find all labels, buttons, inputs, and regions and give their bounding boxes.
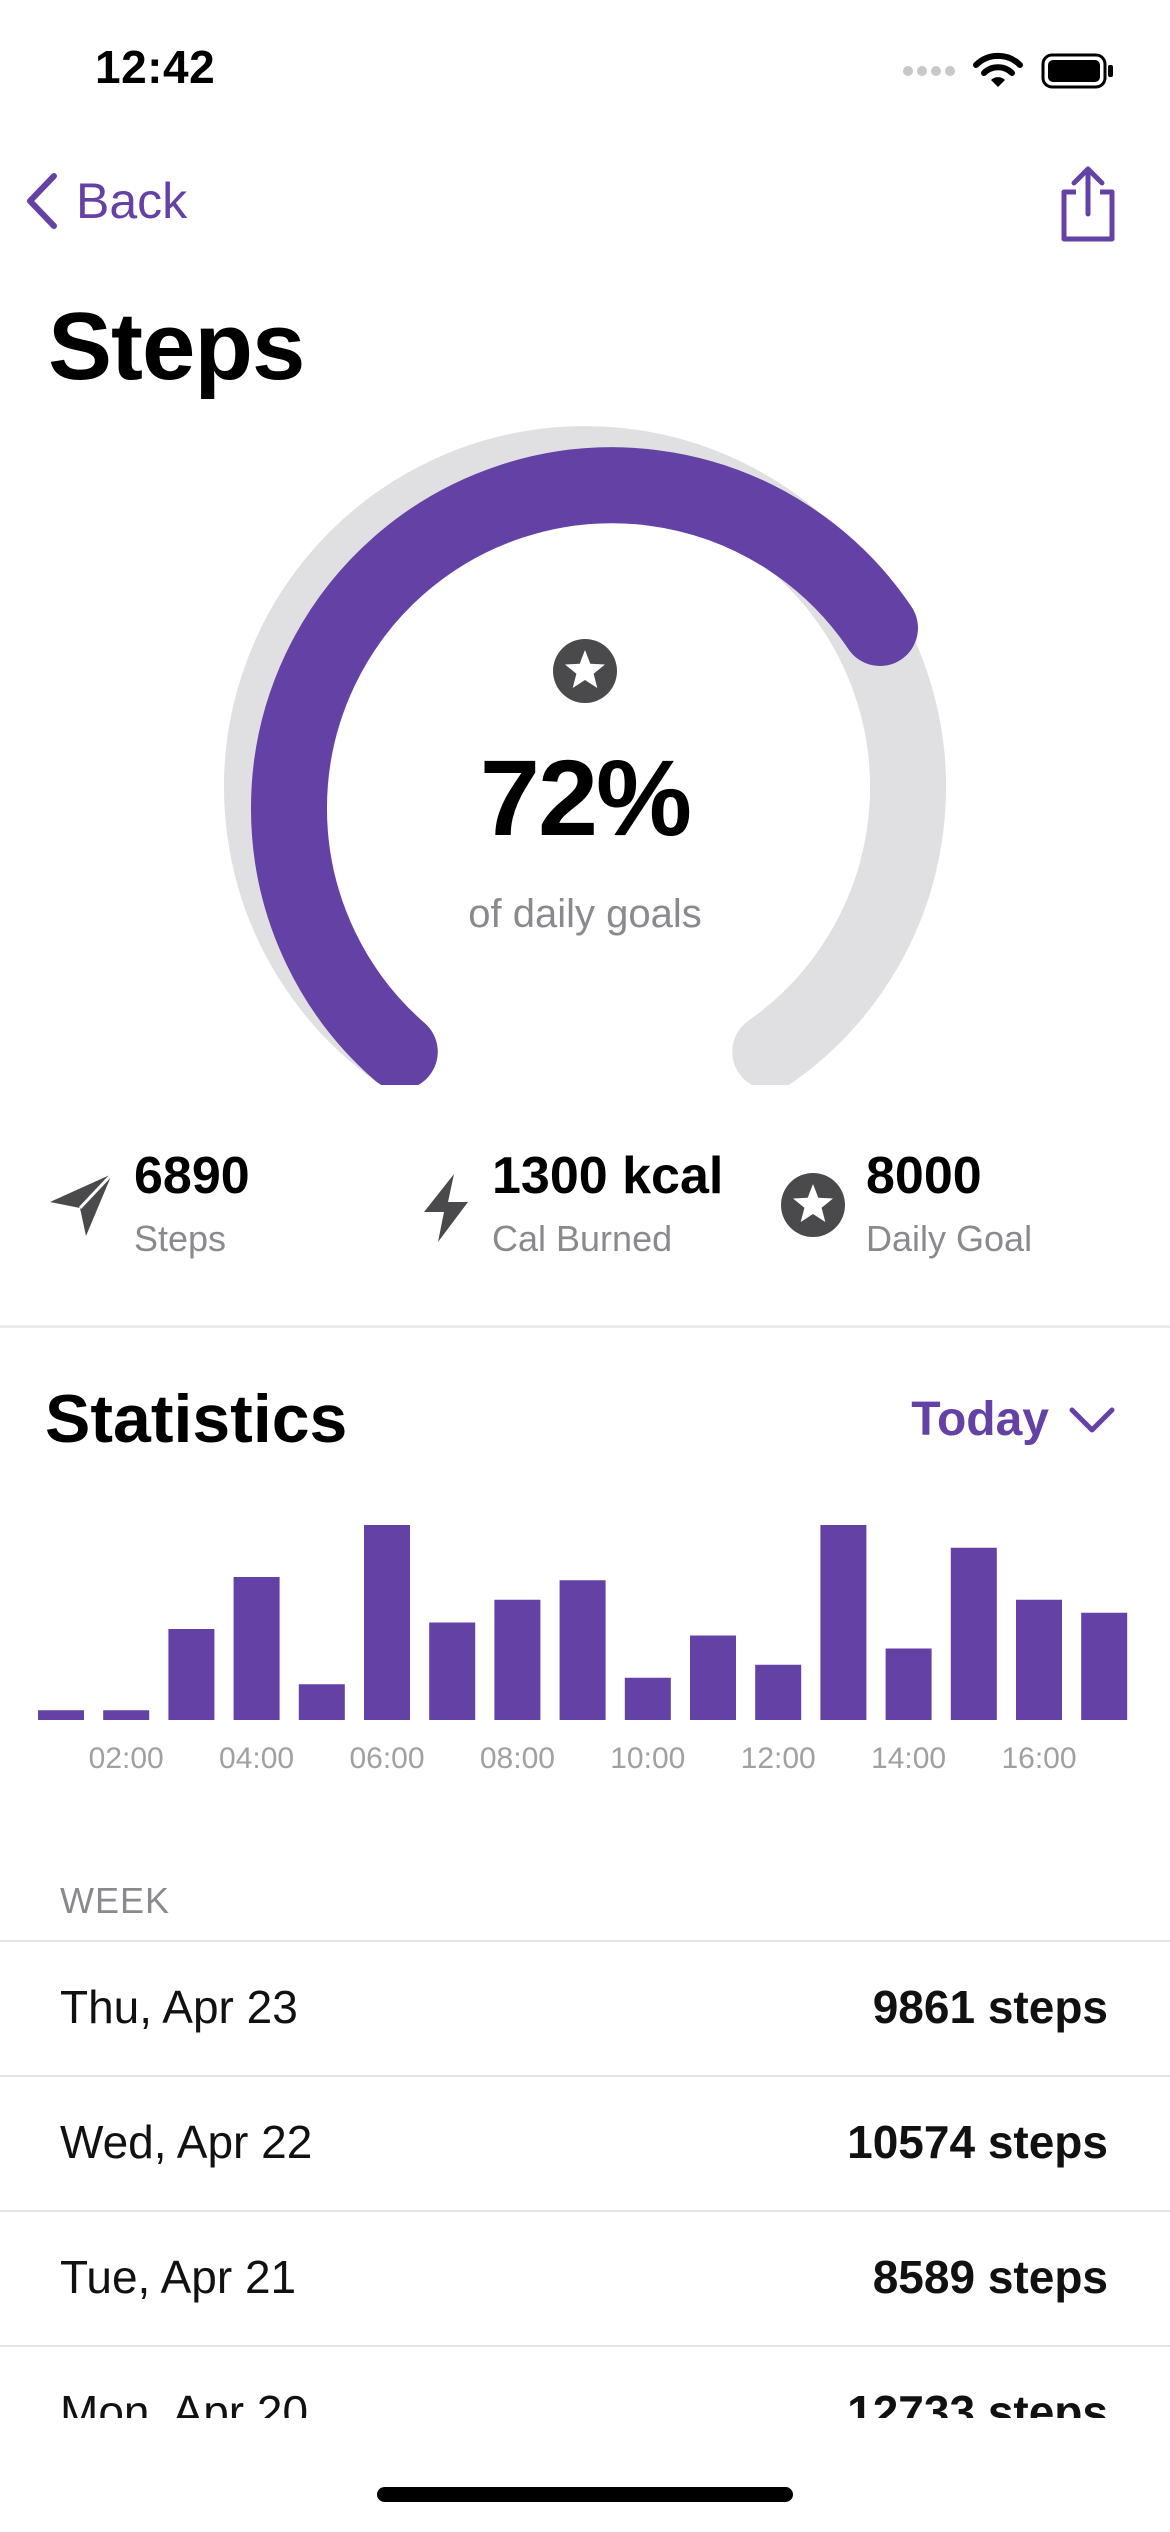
page-title: Steps: [48, 293, 305, 400]
row-steps: 10574 steps: [847, 2116, 1108, 2168]
chart-bar: [168, 1629, 215, 1720]
row-steps: 9861 steps: [872, 1981, 1108, 2033]
chart-bar: [624, 1677, 671, 1720]
range-label: Today: [911, 1393, 1049, 1446]
status-icons: [903, 52, 1115, 90]
metric-calories-label: Cal Burned: [492, 1218, 673, 1259]
metric-steps: 6890 Steps: [48, 1150, 250, 1260]
chart-tick-label: 14:00: [871, 1742, 946, 1775]
metric-goal: 8000 Daily Goal: [780, 1150, 1032, 1260]
battery-icon: [1041, 53, 1113, 89]
chart-bar: [820, 1525, 867, 1720]
row-steps: 8589 steps: [872, 2251, 1108, 2303]
metric-calories-value: 1300 kcal: [492, 1147, 724, 1205]
signal-icon: [903, 66, 955, 76]
chart-bar: [103, 1710, 150, 1720]
list-item[interactable]: Tue, Apr 21 8589 steps: [0, 2210, 1170, 2346]
goal-percent: 72%: [479, 737, 692, 858]
chart-bar: [494, 1599, 541, 1720]
chevron-left-icon: [27, 173, 57, 229]
chart-tick-label: 10:00: [610, 1742, 685, 1775]
chart-bar: [1081, 1612, 1128, 1720]
range-dropdown[interactable]: Today: [911, 1392, 1115, 1447]
chart-bar: [364, 1525, 410, 1720]
star-badge-icon: [553, 639, 617, 703]
chart-tick-label: 04:00: [219, 1742, 294, 1775]
star-badge-icon: [781, 1173, 845, 1237]
chart-bar: [1016, 1599, 1062, 1720]
list-item[interactable]: Wed, Apr 22 10574 steps: [0, 2075, 1170, 2211]
chart-tick-label: 02:00: [89, 1742, 164, 1775]
section-divider: [0, 1325, 1170, 1328]
chart-bar: [298, 1684, 345, 1720]
row-date: Thu, Apr 23: [60, 1981, 298, 2033]
metric-goal-label: Daily Goal: [866, 1218, 1033, 1259]
metric-goal-value: 8000: [866, 1147, 982, 1205]
share-icon: [1061, 166, 1115, 242]
chart-tick-label: 12:00: [741, 1742, 816, 1775]
chart-bar: [690, 1635, 736, 1720]
chart-bar: [559, 1580, 606, 1720]
lightning-icon: [424, 1174, 468, 1242]
share-button[interactable]: [1056, 164, 1120, 249]
list-item[interactable]: Thu, Apr 23 9861 steps: [0, 1940, 1170, 2076]
chart-bar: [885, 1648, 932, 1720]
chart-tick-label: 06:00: [349, 1742, 424, 1775]
steps-bar-chart: 02:00 04:00 06:00 08:00 10:00 12:00 14:00 16:00: [38, 1525, 1128, 1775]
week-section-header: WEEK: [60, 1880, 171, 1921]
chart-bar: [950, 1547, 997, 1720]
home-indicator[interactable]: [377, 2487, 793, 2502]
back-label: Back: [76, 173, 188, 229]
chart-tick-label: 16:00: [1001, 1742, 1076, 1775]
statistics-title: Statistics: [45, 1381, 348, 1457]
paper-plane-icon: [50, 1172, 114, 1236]
goal-subtitle: of daily goals: [468, 892, 702, 936]
metric-steps-value: 6890: [134, 1147, 250, 1205]
chart-tick-label: 08:00: [480, 1742, 555, 1775]
chart-bar: [755, 1664, 802, 1720]
row-date: Tue, Apr 21: [60, 2251, 297, 2303]
metric-calories: 1300 kcal Cal Burned: [420, 1150, 723, 1260]
chart-bar: [38, 1710, 84, 1720]
row-date: Wed, Apr 22: [60, 2116, 313, 2168]
back-button[interactable]: Back: [22, 172, 187, 230]
bottom-mask: [0, 2418, 1170, 2532]
chart-bar: [233, 1577, 280, 1720]
chevron-down-icon: [1069, 1407, 1115, 1432]
wifi-icon: [973, 52, 1023, 87]
status-time: 12:42: [95, 41, 216, 93]
metric-steps-label: Steps: [134, 1218, 227, 1259]
chart-bar: [429, 1622, 476, 1720]
